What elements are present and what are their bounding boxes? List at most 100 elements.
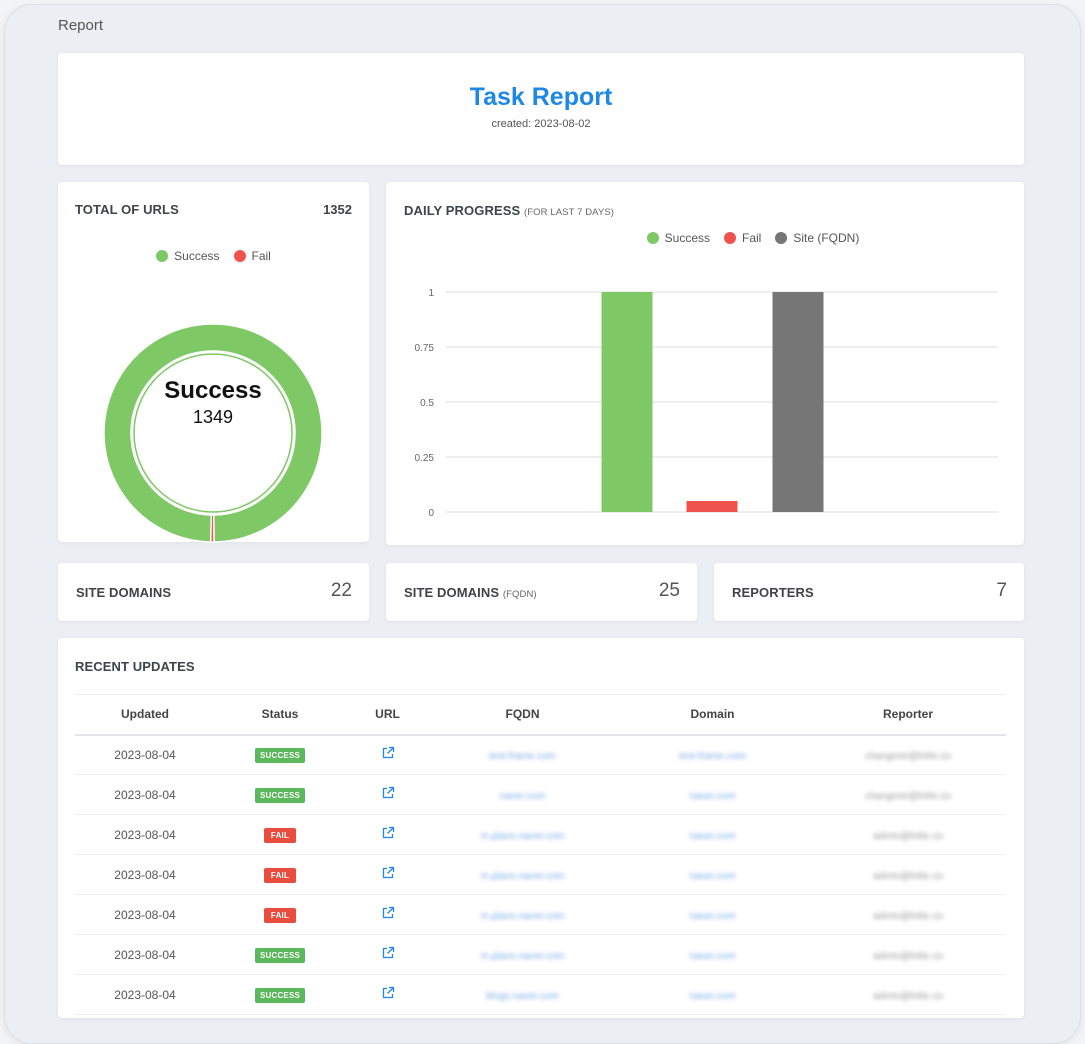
site-domains-fqdn-sublabel: (FQDN) — [502, 589, 537, 600]
legend-success[interactable]: Success — [156, 249, 220, 263]
status-badge: SUCCESS — [254, 947, 306, 963]
row-updated: 2023-08-04 — [75, 774, 215, 815]
y-tick-label: 0 — [428, 508, 434, 519]
column-header[interactable]: FQDN — [430, 694, 615, 736]
reporter-email: changmin@lotte.co — [865, 750, 951, 762]
site-domains-label: SITE DOMAINS — [76, 585, 172, 600]
row-url — [345, 974, 430, 1015]
total-urls-title: TOTAL OF URLS — [75, 202, 179, 217]
fqdn-link[interactable]: blogs.naver.com — [486, 991, 559, 1002]
site-domains-card: SITE DOMAINS 22 — [58, 563, 369, 621]
row-domain: test-frame.com — [615, 734, 810, 775]
external-link-icon[interactable] — [381, 826, 395, 840]
donut-slice-fail[interactable] — [209, 514, 215, 543]
fqdn-link[interactable]: m.place.naver.com — [481, 831, 565, 842]
site-domains-fqdn-label: SITE DOMAINS (FQDN) — [404, 585, 537, 600]
column-header[interactable]: Reporter — [810, 694, 1006, 736]
fqdn-link[interactable]: m.place.naver.com — [481, 951, 565, 962]
row-fqdn: naver.com — [430, 774, 615, 815]
reporter-email: admin@lotte.co — [873, 950, 943, 962]
external-link-icon[interactable] — [381, 866, 395, 880]
table-row: 2023-08-04 SUCCESS blogs.naver.com naver.co… — [75, 974, 1006, 1015]
row-url — [345, 854, 430, 895]
site-domains-fqdn-value: 25 — [658, 580, 680, 601]
domain-link[interactable]: naver.com — [689, 871, 735, 882]
row-url — [345, 934, 430, 975]
report-created-date: created: 2023-08-02 — [491, 118, 591, 130]
domain-link[interactable]: naver.com — [689, 911, 735, 922]
row-domain: naver.com — [615, 974, 810, 1015]
row-status: FAIL — [215, 814, 345, 855]
row-domain: naver.com — [615, 774, 810, 815]
row-domain: naver.com — [615, 934, 810, 975]
row-fqdn: test-frame.com — [430, 734, 615, 775]
row-status: SUCCESS — [215, 974, 345, 1015]
fqdn-link[interactable]: test-frame.com — [489, 751, 556, 762]
total-urls-count: 1352 — [323, 202, 352, 217]
table-row: 2023-08-04 FAIL m.place.naver.com naver.com… — [75, 894, 1006, 935]
donut-center-label: Success — [164, 377, 262, 404]
domain-link[interactable]: test-frame.com — [679, 751, 746, 762]
bar-site-fqdn[interactable] — [772, 292, 824, 512]
total-urls-card: TOTAL OF URLS 1352 Success Fail Success … — [58, 182, 369, 543]
domain-link[interactable]: naver.com — [689, 791, 735, 802]
row-url — [345, 894, 430, 935]
column-header[interactable]: Domain — [615, 694, 810, 736]
row-status: FAIL — [215, 894, 345, 935]
column-header[interactable]: URL — [345, 694, 430, 736]
reporter-email: admin@lotte.co — [873, 870, 943, 882]
reporter-email: admin@lotte.co — [873, 830, 943, 842]
external-link-icon[interactable] — [381, 786, 395, 800]
bar-fail[interactable] — [686, 501, 738, 512]
table-row: 2023-08-04 SUCCESS m.place.naver.com naver.… — [75, 934, 1006, 975]
report-title: Task Report — [469, 83, 613, 111]
y-tick-label: 0.25 — [415, 453, 435, 464]
table-row: 2023-08-04 FAIL m.place.naver.com naver.com… — [75, 814, 1006, 855]
row-reporter: admin@lotte.co — [810, 854, 1006, 895]
column-header[interactable]: Updated — [75, 694, 215, 736]
table-row: 2023-08-04 SUCCESS naver.com naver.com chang… — [75, 774, 1006, 815]
status-badge: FAIL — [263, 827, 297, 843]
external-link-icon[interactable] — [381, 906, 395, 920]
fqdn-link[interactable]: m.place.naver.com — [481, 911, 565, 922]
domain-link[interactable]: naver.com — [689, 951, 735, 962]
fqdn-link[interactable]: naver.com — [499, 791, 545, 802]
bar-success[interactable] — [601, 292, 653, 512]
bar-chart: 0 0.25 0.5 0.75 1 — [415, 288, 998, 519]
fail-dot-icon — [233, 250, 246, 262]
donut-legend: Success Fail — [58, 249, 369, 263]
donut-center: Success 1349 — [103, 377, 323, 428]
external-link-icon[interactable] — [381, 946, 395, 960]
row-domain: naver.com — [615, 814, 810, 855]
status-badge: SUCCESS — [254, 987, 306, 1003]
reporters-card: REPORTERS 7 — [714, 563, 1024, 621]
row-updated: 2023-08-04 — [75, 734, 215, 775]
legend-fail[interactable]: Fail — [233, 249, 271, 263]
y-tick-label: 0.5 — [420, 398, 434, 409]
external-link-icon[interactable] — [381, 746, 395, 760]
domain-link[interactable]: naver.com — [689, 991, 735, 1002]
reporters-value: 7 — [996, 580, 1007, 601]
donut-center-value: 1349 — [192, 407, 234, 427]
row-fqdn: m.place.naver.com — [430, 934, 615, 975]
table-row: 2023-08-04 FAIL m.place.naver.com naver.com… — [75, 854, 1006, 895]
row-reporter: changmin@lotte.co — [810, 734, 1006, 775]
row-url — [345, 814, 430, 855]
donut-chart[interactable] — [100, 320, 326, 546]
row-domain: naver.com — [615, 854, 810, 895]
row-reporter: admin@lotte.co — [810, 934, 1006, 975]
status-badge: FAIL — [263, 867, 297, 883]
y-tick-label: 1 — [428, 288, 434, 299]
daily-progress-card: DAILY PROGRESS (FOR LAST 7 DAYS) Success… — [386, 182, 1024, 545]
status-badge: SUCCESS — [254, 787, 306, 803]
external-link-icon[interactable] — [381, 986, 395, 1000]
row-url — [345, 734, 430, 775]
fqdn-link[interactable]: m.place.naver.com — [481, 871, 565, 882]
row-updated: 2023-08-04 — [75, 974, 215, 1015]
domain-link[interactable]: naver.com — [689, 831, 735, 842]
site-domains-value: 22 — [330, 580, 352, 601]
recent-updates-card: RECENT UPDATES Updated Status URL FQDN D… — [58, 638, 1024, 1018]
legend-fail-label: Fail — [251, 249, 271, 263]
status-badge: FAIL — [263, 907, 297, 923]
column-header[interactable]: Status — [215, 694, 345, 736]
